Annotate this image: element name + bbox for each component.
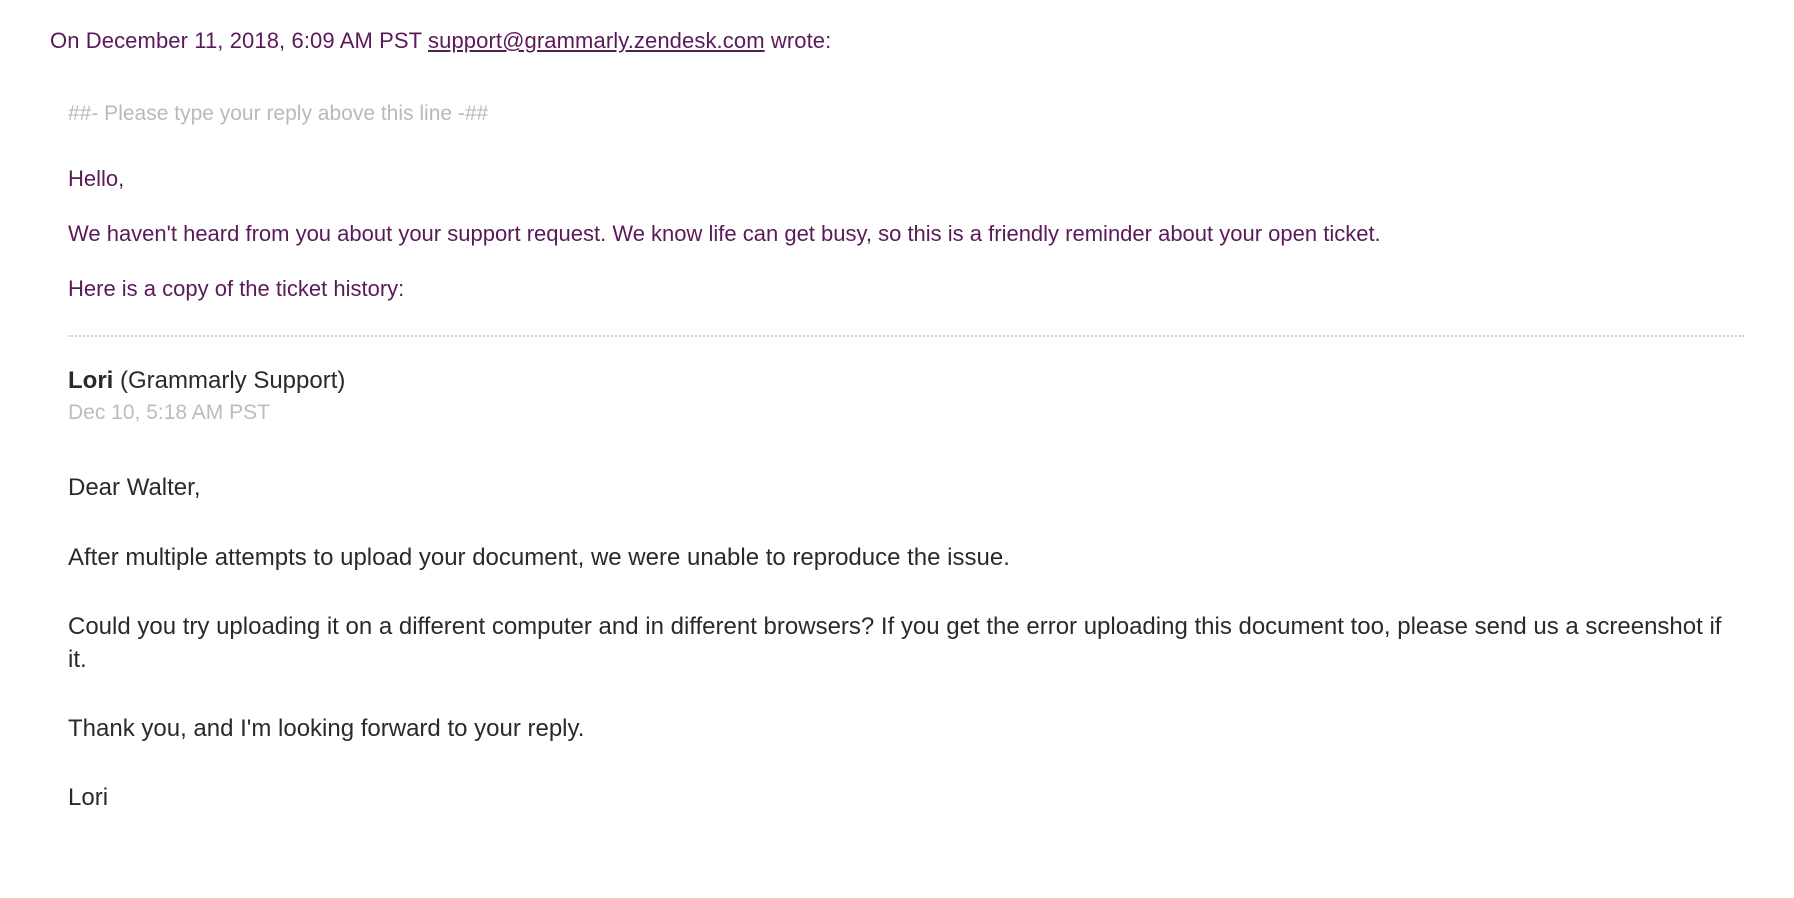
ticket-sender-line: Lori (Grammarly Support) bbox=[68, 365, 1744, 397]
ticket-body-p3: Could you try uploading it on a differen… bbox=[68, 610, 1744, 676]
intro-paragraph-reminder: We haven't heard from you about your sup… bbox=[68, 217, 1744, 250]
reply-above-line-marker: ##- Please type your reply above this li… bbox=[68, 102, 1744, 126]
ticket-body-signature: Lori bbox=[68, 781, 1744, 814]
ticket-timestamp: Dec 10, 5:18 AM PST bbox=[68, 401, 1744, 425]
ticket-body-p4: Thank you, and I'm looking forward to yo… bbox=[68, 712, 1744, 745]
ticket-body: Dear Walter, After multiple attempts to … bbox=[68, 471, 1744, 814]
section-divider bbox=[68, 335, 1744, 337]
ticket-body-p2: After multiple attempts to upload your d… bbox=[68, 541, 1744, 574]
sender-email-link[interactable]: support@grammarly.zendesk.com bbox=[428, 28, 765, 53]
quoted-header-prefix: On December 11, 2018, 6:09 AM PST bbox=[50, 28, 428, 53]
ticket-sender-name: Lori bbox=[68, 367, 113, 394]
quoted-email-header: On December 11, 2018, 6:09 AM PST suppor… bbox=[50, 28, 1744, 54]
quoted-header-suffix: wrote: bbox=[765, 28, 832, 53]
ticket-body-salutation: Dear Walter, bbox=[68, 471, 1744, 504]
intro-paragraph-history: Here is a copy of the ticket history: bbox=[68, 272, 1744, 305]
intro-greeting: Hello, bbox=[68, 162, 1744, 195]
intro-message: Hello, We haven't heard from you about y… bbox=[68, 162, 1744, 305]
ticket-sender-org: (Grammarly Support) bbox=[113, 367, 345, 394]
